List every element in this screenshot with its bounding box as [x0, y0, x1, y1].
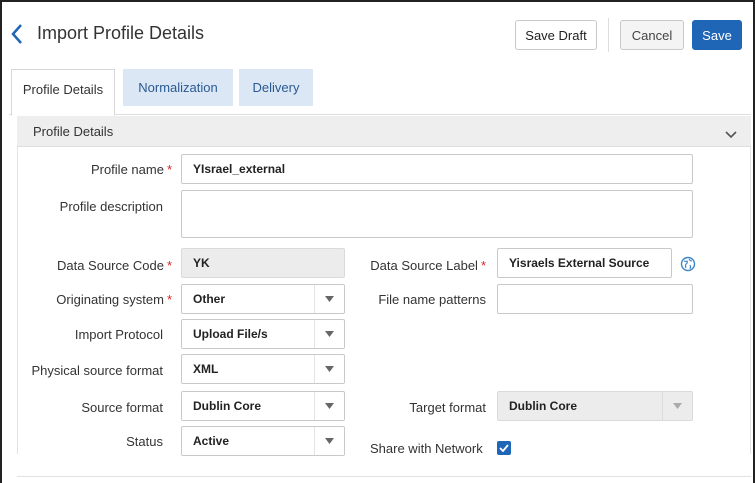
required-marker: * [480, 258, 486, 273]
save-button[interactable]: Save [692, 20, 742, 50]
tab-profile-details[interactable]: Profile Details [11, 69, 115, 116]
required-marker: * [166, 162, 172, 177]
caret-down-icon[interactable] [314, 285, 344, 313]
physical-source-format-label: Physical source format [31, 363, 164, 378]
originating-system-select[interactable]: Other [181, 284, 345, 314]
caret-down-icon[interactable] [314, 355, 344, 383]
file-name-patterns-input[interactable] [497, 284, 693, 314]
profile-name-label: Profile name * [90, 162, 172, 177]
section-title: Profile Details [33, 124, 114, 139]
required-marker: * [166, 292, 172, 307]
data-source-code-field: YK [181, 248, 345, 278]
check-icon [499, 444, 509, 452]
share-with-network-checkbox[interactable] [497, 441, 511, 455]
profile-description-textarea[interactable] [181, 190, 693, 238]
panel-bottom-divider [17, 476, 751, 477]
cancel-button[interactable]: Cancel [620, 20, 684, 50]
caret-down-icon[interactable] [314, 392, 344, 420]
source-format-select[interactable]: Dublin Core [181, 391, 345, 421]
import-protocol-label: Import Protocol [74, 327, 163, 342]
caret-down-icon [662, 392, 692, 420]
target-format-value: Dublin Core [509, 399, 577, 413]
data-source-label-input[interactable]: Yisraels External Source [497, 248, 672, 278]
tab-normalization[interactable]: Normalization [123, 69, 233, 106]
physical-source-format-value: XML [193, 362, 219, 376]
target-format-label: Target format [409, 400, 486, 415]
status-select[interactable]: Active [181, 426, 345, 456]
toolbar-divider [608, 18, 609, 52]
page-title: Import Profile Details [37, 23, 205, 43]
source-format-value: Dublin Core [193, 399, 261, 413]
originating-system-value: Other [193, 292, 226, 306]
physical-source-format-select[interactable]: XML [181, 354, 345, 384]
data-source-code-label: Data Source Code * [56, 258, 172, 273]
caret-down-icon[interactable] [314, 320, 344, 348]
status-label: Status [126, 434, 163, 449]
source-format-label: Source format [81, 400, 163, 415]
required-marker: * [166, 258, 172, 273]
globe-icon[interactable] [680, 256, 696, 272]
tab-delivery[interactable]: Delivery [239, 69, 313, 106]
save-draft-button[interactable]: Save Draft [515, 20, 597, 50]
profile-description-label: Profile description [59, 199, 163, 214]
status-value: Active [193, 434, 230, 448]
tabs-bar [9, 70, 751, 115]
target-format-select: Dublin Core [497, 391, 693, 421]
data-source-label-label: Data Source Label * [370, 258, 486, 273]
import-protocol-select[interactable]: Upload File/s [181, 319, 345, 349]
file-name-patterns-label: File name patterns [378, 292, 486, 307]
caret-down-icon[interactable] [314, 427, 344, 455]
share-with-network-label: Share with Network [370, 441, 483, 456]
chevron-left-icon[interactable] [9, 22, 25, 46]
section-header[interactable] [17, 116, 751, 147]
originating-system-label: Originating system * [56, 292, 172, 307]
profile-name-input[interactable]: YIsrael_external [181, 154, 693, 184]
chevron-down-icon[interactable] [724, 127, 738, 139]
import-protocol-value: Upload File/s [193, 327, 268, 341]
